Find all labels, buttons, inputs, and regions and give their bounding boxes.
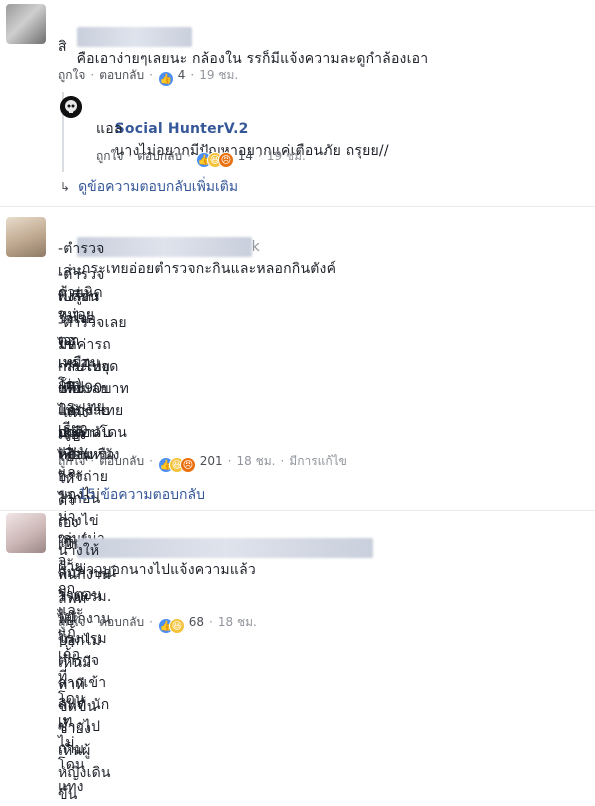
timestamp[interactable]: 19 ชม. — [199, 68, 238, 82]
reaction-icons[interactable]: 👍😆😠 — [195, 149, 234, 168]
reply-button[interactable]: ตอบกลับ — [137, 149, 182, 163]
timestamp[interactable]: 18 ชม. — [237, 454, 276, 468]
commenter-name-blurred[interactable] — [76, 27, 192, 47]
angry-icon: 😠 — [179, 457, 196, 473]
avatar[interactable] — [6, 513, 46, 553]
reaction-count[interactable]: 14 — [238, 149, 253, 163]
page-avatar[interactable] — [60, 96, 82, 118]
angry-icon: 😠 — [217, 152, 234, 168]
reaction-count[interactable]: 68 — [189, 615, 204, 629]
like-button[interactable]: ถูกใจ — [96, 149, 123, 163]
view-more-replies[interactable]: ↳ ดูข้อความตอบกลับเพิ่มเติม — [60, 176, 238, 198]
reply-button[interactable]: ตอบกลับ — [99, 615, 144, 629]
reply-text: Social HunterV.2 นางไม่อยากมีปัญหาอยากแค… — [114, 121, 389, 159]
timestamp[interactable]: 19 ชม. — [267, 149, 306, 163]
reaction-icons[interactable]: 👍😆😠 — [157, 454, 196, 473]
reaction-icons[interactable]: 👍😆 — [157, 615, 185, 634]
page-name-link[interactable]: Social HunterV.2 — [115, 121, 249, 137]
comment-line: ไข่ — [58, 337, 76, 353]
skull-icon — [60, 96, 82, 118]
comment-actions: ถูกใจ · ตอบกลับ · 👍 4 · 19 ชม. — [58, 68, 239, 87]
divider — [0, 206, 595, 207]
like-button[interactable]: ถูกใจ — [58, 68, 85, 82]
comment-text: ข่าวบอกนางไปแจ้งความแล้ว — [58, 515, 588, 603]
reply-arrow-icon: ↳ — [60, 180, 71, 194]
reply-actions: ถูกใจ · ตอบกลับ · 👍😆😠 14 · 19 ชม. — [96, 149, 306, 168]
like-icon[interactable]: 👍 — [157, 71, 174, 87]
view-replies[interactable]: ↳ 15 ข้อความตอบกลับ — [60, 484, 205, 506]
comment-line: -จบ — [58, 429, 81, 445]
comment-actions: ถูกใจ · ตอบกลับ · 👍😆 68 · 18 ชม. — [58, 615, 257, 634]
commenter-name-tail[interactable]: k — [252, 239, 260, 255]
reaction-count[interactable]: 201 — [200, 454, 223, 468]
reply-button[interactable]: ตอบกลับ — [99, 68, 144, 82]
comment-text: k -กระเทยอ่อยตำรวจกะกินและหลอกกินตังค์ — [76, 237, 337, 277]
commenter-name-blurred[interactable] — [76, 538, 373, 558]
reply-button[interactable]: ตอบกลับ — [99, 454, 144, 468]
edited-label[interactable]: มีการแก้ไข — [289, 454, 347, 468]
avatar[interactable] — [6, 4, 46, 44]
timestamp[interactable]: 18 ชม. — [218, 615, 257, 629]
comment-actions: ถูกใจ · ตอบกลับ · 👍😆😠 201 · 18 ชม. · มีการแก้ไข — [58, 454, 347, 473]
haha-icon: 😆 — [168, 618, 185, 634]
avatar[interactable] — [6, 217, 46, 257]
reply-arrow-icon: ↳ — [60, 488, 71, 502]
comment-text-cont: สิ — [58, 39, 67, 55]
like-button[interactable]: ถูกใจ — [58, 615, 85, 629]
reply-text-cont: แอล — [96, 121, 123, 137]
like-button[interactable]: ถูกใจ — [58, 454, 85, 468]
divider — [0, 510, 595, 511]
